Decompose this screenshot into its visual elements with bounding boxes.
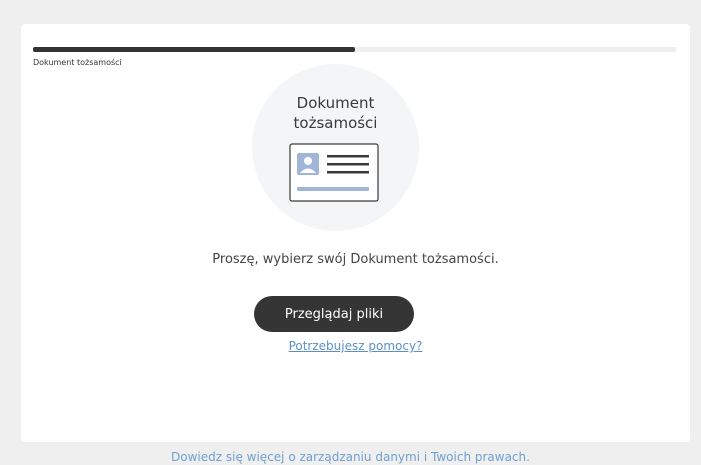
instruction-text: Proszę, wybierz swój Dokument tożsamości… <box>212 252 499 267</box>
document-type-title-line2: tożsamości <box>293 114 378 132</box>
help-link[interactable]: Potrzebujesz pomocy? <box>289 339 423 353</box>
footer-link-row: Dowiedz się więcej o zarządzaniu danymi … <box>0 449 701 465</box>
step-label: Dokument tożsamości <box>33 58 122 67</box>
help-link-row: Potrzebujesz pomocy? <box>21 339 690 353</box>
progress-bar-fill <box>33 47 355 52</box>
id-card-icon <box>289 143 379 202</box>
page: Dokument tożsamości Dokument tożsamości … <box>0 0 701 465</box>
document-type-title: Dokument tożsamości <box>252 93 419 133</box>
browse-files-button[interactable]: Przeglądaj pliki <box>254 296 414 332</box>
progress-bar <box>33 47 676 52</box>
document-type-title-line1: Dokument <box>296 94 375 112</box>
data-rights-link[interactable]: Dowiedz się więcej o zarządzaniu danymi … <box>171 450 530 464</box>
